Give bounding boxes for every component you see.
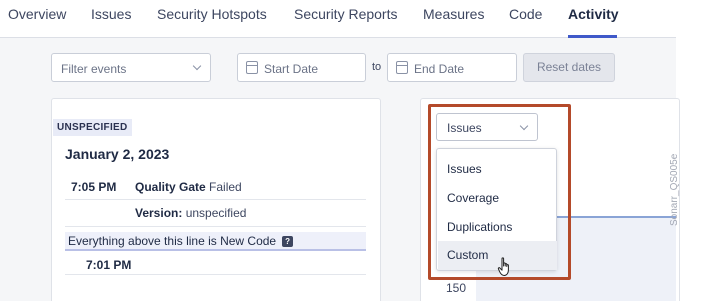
divider [65,274,366,275]
end-date-input[interactable]: End Date [387,53,517,82]
chevron-down-icon [192,61,202,71]
divider [65,199,366,200]
filter-events-placeholder: Filter events [61,62,127,76]
new-code-text: Everything above this line is New Code [68,234,277,248]
help-icon[interactable]: ? [282,236,294,248]
calendar-icon [246,61,258,74]
event-time: 7:01 PM [86,258,132,272]
tab-security-reports[interactable]: Security Reports [294,6,397,22]
tab-issues[interactable]: Issues [91,6,131,22]
reset-dates-button[interactable]: Reset dates [523,53,615,82]
hand-cursor-icon [497,257,509,276]
version-row: Version: unspecified [135,206,246,220]
event-time: 7:05 PM [71,180,117,194]
window-edge [676,0,712,301]
tab-security-hotspots[interactable]: Security Hotspots [157,6,267,22]
annotation-highlight-box [428,104,571,280]
event-value: Failed [209,180,242,194]
version-badge: UNSPECIFIED [53,119,132,136]
tab-activity[interactable]: Activity [568,6,619,22]
event-description: Quality Gate Failed [135,180,242,194]
event-label: Quality Gate [135,180,206,194]
end-date-placeholder: End Date [414,62,465,76]
tab-overview[interactable]: Overview [8,6,66,22]
version-value: unspecified [185,206,247,220]
filter-events-select[interactable]: Filter events [51,53,211,82]
project-nav: Overview Issues Security Hotspots Securi… [0,0,676,38]
date-range-separator: to [372,61,382,73]
version-label: Version: [135,206,183,220]
tab-code[interactable]: Code [509,6,542,22]
y-axis-tick: 150 [446,281,467,295]
start-date-input[interactable]: Start Date [237,53,366,82]
start-date-placeholder: Start Date [264,62,319,76]
activity-date: January 2, 2023 [65,146,170,162]
watermark: Sonarr_QS005e [669,153,680,226]
new-code-marker: Everything above this line is New Code? [65,232,366,251]
divider [65,226,366,227]
calendar-icon [396,61,408,74]
tab-measures[interactable]: Measures [423,6,484,22]
